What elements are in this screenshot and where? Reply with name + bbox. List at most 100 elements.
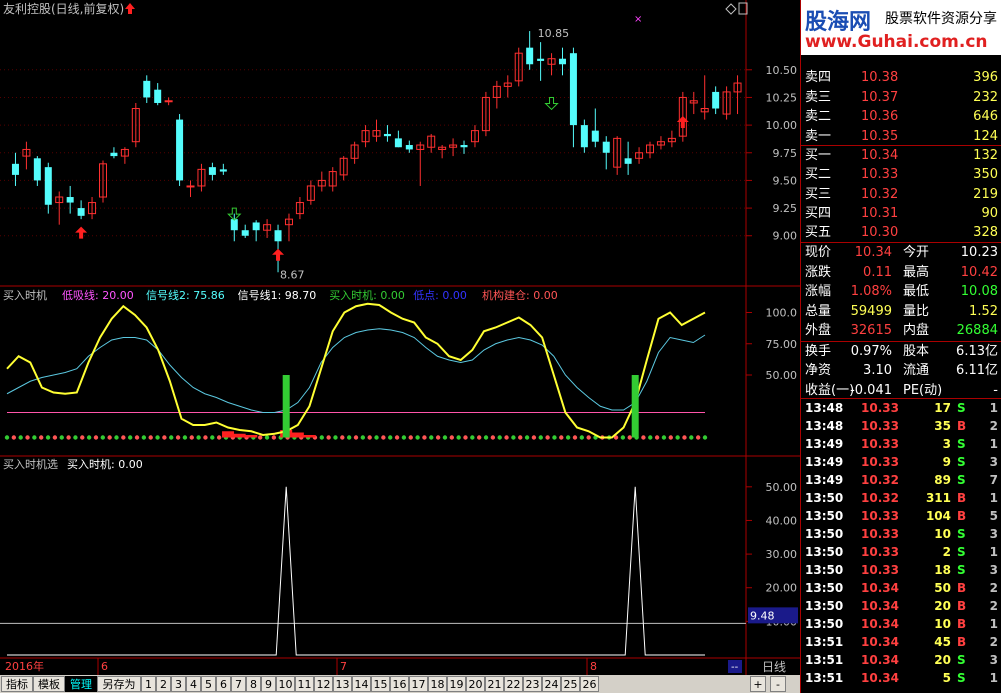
baseline-dot	[531, 435, 537, 440]
toolbar-page-9[interactable]: 9	[261, 676, 276, 692]
stat-row: 收益(一) -0.041 PE(动) -	[801, 381, 1001, 400]
main-axis-label: 9.25	[773, 202, 798, 215]
stat-value: 6.13亿	[956, 343, 998, 359]
baseline-dot	[572, 435, 578, 440]
tick-time: 13:49	[805, 437, 844, 451]
tick-time: 13:50	[805, 545, 844, 559]
ask-volume: 396	[973, 70, 998, 85]
toolbar-page-24[interactable]: 24	[542, 676, 561, 692]
tick-price: 10.33	[861, 401, 899, 415]
baseline-dot	[353, 435, 359, 440]
baseline-dot	[4, 435, 10, 440]
marker-x-icon: ×	[634, 14, 642, 25]
bid-label: 买二	[805, 167, 832, 183]
tick-volume: 2	[942, 545, 951, 559]
indicator-legend-item: 信号线1: 98.70	[238, 288, 317, 302]
high-label: 10.85	[538, 27, 570, 40]
candle-body-down	[558, 58, 566, 65]
stat-label: 现价	[805, 245, 832, 260]
stat-row: 外盘 32615 内盘 26884	[801, 321, 1001, 340]
tick-price: 10.33	[861, 455, 899, 469]
indicator-legend-item: 低点: 0.00	[413, 289, 467, 302]
toolbar-tab-3[interactable]: 另存为	[97, 676, 141, 692]
toolbar-page-6[interactable]: 6	[216, 676, 231, 692]
toolbar-page-20[interactable]: 20	[466, 676, 485, 692]
ask-label: 卖一	[805, 128, 832, 144]
toolbar-page-4[interactable]: 4	[186, 676, 201, 692]
stat-value: 10.42	[960, 264, 998, 280]
ask-row: 卖四 10.38 396	[801, 68, 1001, 87]
ask-row: 卖三 10.37 232	[801, 88, 1001, 107]
tick-count: 3	[989, 455, 998, 469]
tick-time: 13:51	[805, 671, 844, 685]
tick-row: 13:50 10.33 104 B 5	[801, 507, 1001, 525]
toolbar-tab-2[interactable]: 管理	[65, 676, 97, 692]
stat-label: 总量	[805, 303, 832, 319]
toolbar-minus-button[interactable]: -	[770, 676, 786, 692]
toolbar-tab-0[interactable]: 指标	[1, 676, 33, 692]
baseline-dot	[429, 435, 434, 440]
candle-body-down	[624, 158, 632, 164]
toolbar-page-26[interactable]: 26	[580, 676, 599, 692]
sub-value-label: 9.48	[750, 609, 775, 622]
date-aug: 8	[590, 660, 597, 673]
toolbar-page-3[interactable]: 3	[171, 676, 186, 692]
toolbar-page-16[interactable]: 16	[390, 676, 409, 692]
toolbar-tab-1[interactable]: 模板	[33, 676, 65, 692]
toolbar-page-15[interactable]: 15	[371, 676, 390, 692]
toolbar-page-10[interactable]: 10	[276, 676, 295, 692]
kline-chart[interactable]: 10.50 10.25 10.00 9.75 9.50 9.25 9.00 10.85 8.67…	[0, 0, 800, 675]
toolbar-page-14[interactable]: 14	[352, 676, 371, 692]
toolbar-page-13[interactable]: 13	[333, 676, 352, 692]
toolbar-page-23[interactable]: 23	[523, 676, 542, 692]
toolbar-page-8[interactable]: 8	[246, 676, 261, 692]
candle-body-down	[230, 219, 238, 231]
toolbar-page-5[interactable]: 5	[201, 676, 216, 692]
toolbar-page-17[interactable]: 17	[409, 676, 428, 692]
sub-axis-label: 40.00	[766, 514, 798, 527]
tick-side: B	[957, 509, 967, 523]
baseline-dot	[470, 435, 475, 440]
main-title: 友利控股(日线,前复权)	[3, 1, 124, 16]
toolbar-page-19[interactable]: 19	[447, 676, 466, 692]
tick-time: 13:48	[805, 401, 844, 415]
logo-slogan: 股票软件资源分享	[885, 11, 997, 27]
tick-side: S	[957, 545, 966, 559]
stat-value: 6.11亿	[956, 363, 998, 378]
tick-row: 13:50 10.32 311 B 1	[801, 489, 1001, 507]
stat-label: 涨跌	[805, 264, 832, 280]
toolbar-plus-button[interactable]: +	[750, 676, 766, 692]
tick-count: 1	[989, 671, 998, 685]
baseline-dot	[134, 435, 140, 440]
candle-body-down	[219, 169, 227, 172]
institution-bar	[245, 435, 258, 438]
chart-area[interactable]: 10.50 10.25 10.00 9.75 9.50 9.25 9.00 10.85 8.67…	[0, 0, 800, 693]
toolbar-page-7[interactable]: 7	[231, 676, 246, 692]
toolbar-page-2[interactable]: 2	[156, 676, 171, 692]
baseline-dot	[148, 435, 153, 440]
stat-value: -0.041	[850, 382, 892, 398]
toolbar-page-18[interactable]: 18	[428, 676, 447, 692]
tick-volume: 17	[934, 401, 951, 415]
date-july: 7	[340, 660, 347, 673]
toolbar-page-1[interactable]: 1	[141, 676, 156, 692]
candle-body-down	[143, 80, 151, 98]
indicator-legend-item: 信号线2: 75.86	[146, 288, 225, 302]
indicator-legend-item: 机构建仓: 0.00	[482, 288, 558, 302]
bid-price: 10.30	[861, 225, 899, 241]
baseline-dot	[11, 435, 17, 440]
toolbar-page-12[interactable]: 12	[314, 676, 333, 692]
toolbar-page-21[interactable]: 21	[485, 676, 504, 692]
baseline-dot	[374, 435, 379, 440]
candle-body-down	[460, 145, 468, 148]
toolbar-page-22[interactable]: 22	[504, 676, 523, 692]
indicator-legend-item: 买入时机: 0.00	[329, 288, 405, 302]
ask-row: 卖一 10.35 124	[801, 127, 1001, 146]
tick-volume: 3	[942, 437, 951, 451]
tick-row: 13:50 10.33 2 S 1	[801, 543, 1001, 561]
tick-volume: 20	[934, 599, 951, 613]
toolbar-page-11[interactable]: 11	[295, 676, 314, 692]
stat-value: 10.23	[960, 245, 998, 260]
tick-time: 13:50	[805, 617, 844, 631]
toolbar-page-25[interactable]: 25	[561, 676, 580, 692]
